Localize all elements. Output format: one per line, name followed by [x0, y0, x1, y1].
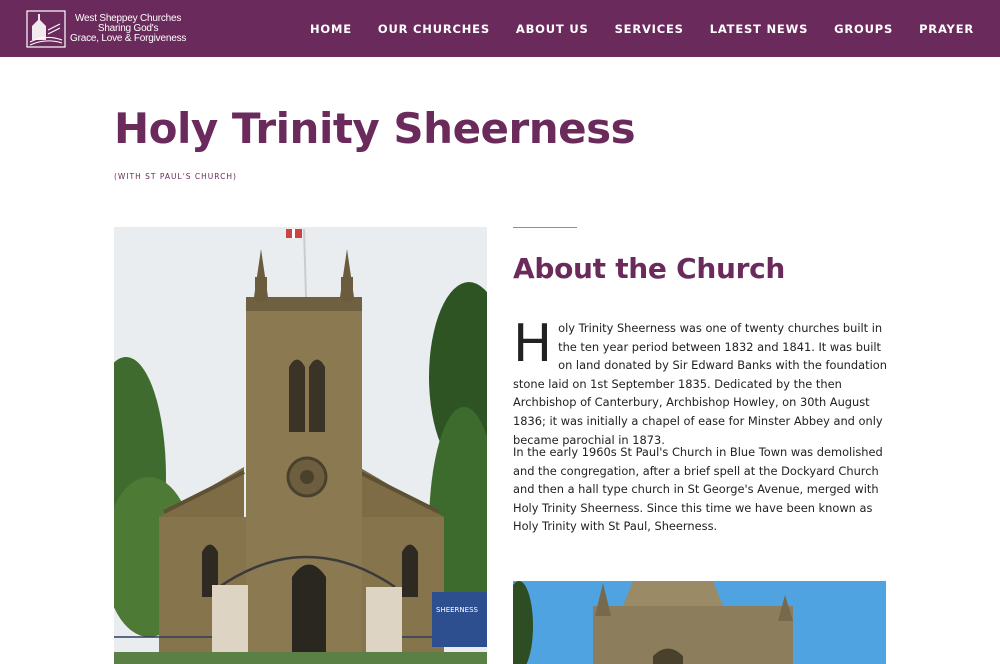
nav-home[interactable]: HOME: [310, 22, 352, 36]
main-navigation: HOME OUR CHURCHES ABOUT US SERVICES LATE…: [310, 0, 974, 57]
logo-text: West Sheppey Churches Sharing God's Grac…: [70, 14, 186, 44]
about-paragraph-1: H oly Trinity Sheerness was one of twent…: [513, 314, 887, 449]
about-heading: About the Church: [513, 252, 786, 285]
site-header: West Sheppey Churches Sharing God's Grac…: [0, 0, 1000, 57]
nav-prayer[interactable]: PRAYER: [919, 22, 974, 36]
page-title: Holy Trinity Sheerness: [114, 104, 636, 153]
dropcap-letter: H: [513, 314, 553, 374]
church-photo: SHEERNESS: [114, 227, 487, 664]
about-paragraph-2: In the early 1960s St Paul's Church in B…: [513, 445, 883, 534]
church-tower-photo: [513, 581, 886, 664]
nav-latest-news[interactable]: LATEST NEWS: [710, 22, 808, 36]
nav-about-us[interactable]: ABOUT US: [516, 22, 589, 36]
nav-groups[interactable]: GROUPS: [834, 22, 893, 36]
logo-line-3: Grace, Love & Forgiveness: [70, 33, 187, 44]
nav-our-churches[interactable]: OUR CHURCHES: [378, 22, 490, 36]
sign-text: SHEERNESS: [436, 606, 479, 614]
site-logo[interactable]: West Sheppey Churches Sharing God's Grac…: [26, 10, 186, 48]
nav-services[interactable]: SERVICES: [615, 22, 684, 36]
section-divider: [513, 227, 577, 228]
about-paragraph-1-text: oly Trinity Sheerness was one of twenty …: [513, 321, 887, 447]
church-logo-icon: [26, 10, 66, 48]
page-subtitle: (WITH ST PAUL'S CHURCH): [114, 172, 237, 181]
